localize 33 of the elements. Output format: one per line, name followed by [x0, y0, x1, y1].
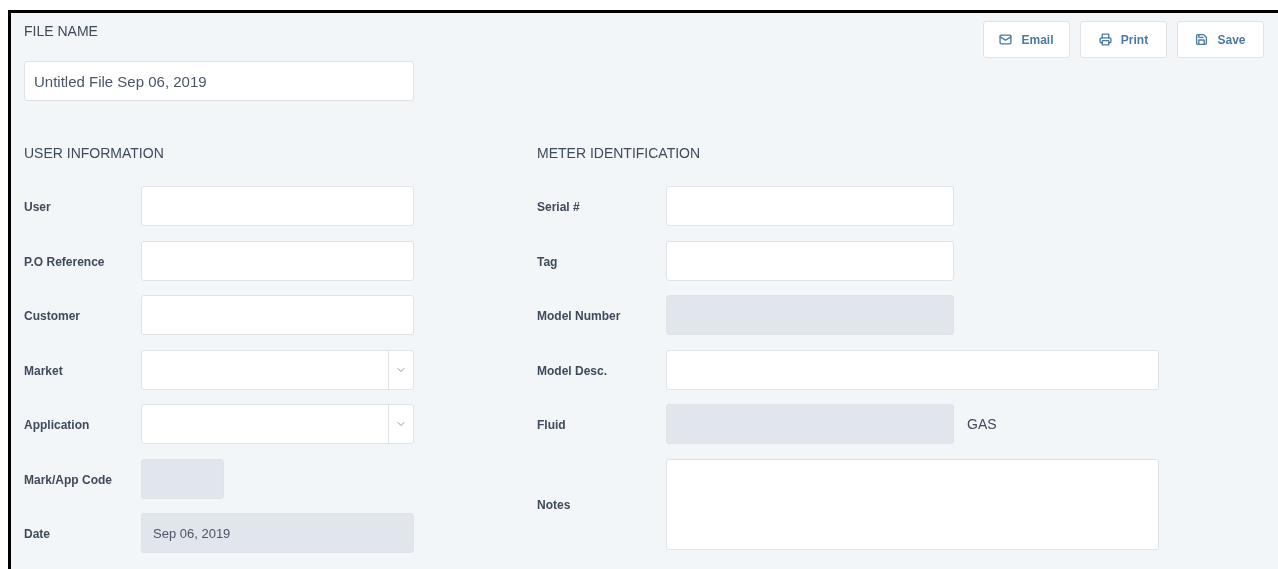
- input-field[interactable]: [141, 295, 414, 335]
- mail-icon: [999, 33, 1013, 46]
- section-heading: USER INFORMATION: [24, 144, 164, 163]
- field-label: Application: [24, 418, 90, 432]
- input-field[interactable]: [141, 240, 414, 281]
- field-label: Market: [24, 363, 63, 378]
- field-label: Model Number: [537, 309, 621, 323]
- field-label: User: [24, 200, 51, 214]
- field-label: Customer: [24, 309, 80, 323]
- save-button[interactable]: Save: [1177, 21, 1264, 58]
- field-label: Date: [24, 527, 50, 541]
- field-label: Notes: [537, 498, 571, 512]
- input-field[interactable]: [141, 186, 414, 226]
- field-label: Tag: [537, 254, 558, 269]
- field-label: P.O Reference: [24, 254, 105, 269]
- field-label: Mark/App Code: [24, 472, 112, 487]
- save-icon: [1195, 33, 1209, 46]
- field-label: Model Desc.: [537, 363, 608, 378]
- input-field[interactable]: [666, 240, 954, 281]
- email-button[interactable]: Email: [983, 21, 1070, 58]
- section-heading: METER IDENTIFICATION: [537, 144, 701, 163]
- select-field[interactable]: [141, 349, 414, 390]
- input-field[interactable]: [666, 186, 954, 226]
- fluid-value: GAS: [967, 414, 997, 434]
- select-field[interactable]: [141, 404, 414, 444]
- notes-field[interactable]: [666, 458, 1159, 550]
- field-label: Serial #: [537, 200, 580, 214]
- printer-icon: [1098, 33, 1112, 46]
- input-field[interactable]: [666, 349, 1159, 390]
- print-button[interactable]: Print: [1080, 21, 1167, 58]
- field-label: Fluid: [537, 418, 566, 432]
- file-name-field[interactable]: Untitled File Sep 06, 2019: [24, 61, 414, 101]
- file-name-label: FILE NAME: [24, 22, 98, 41]
